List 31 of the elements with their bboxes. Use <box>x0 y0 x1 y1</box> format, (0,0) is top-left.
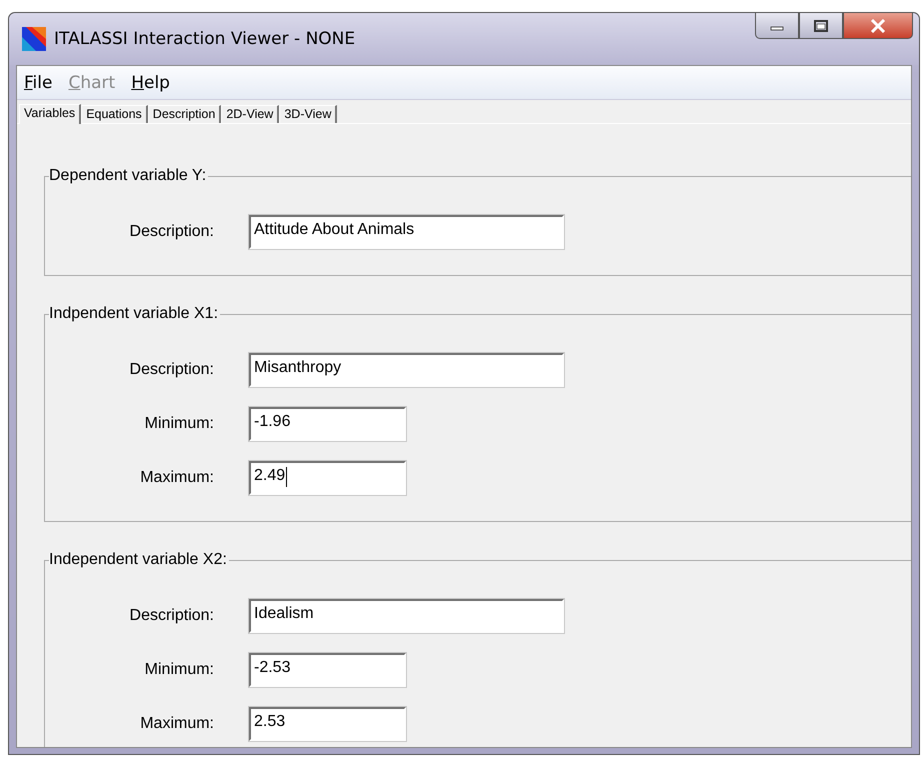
field-label: Description: <box>128 607 215 625</box>
tab[interactable]: Equations <box>81 105 148 123</box>
input-field[interactable]: Attitude About Animals <box>249 215 564 249</box>
tab[interactable]: Description <box>148 105 222 123</box>
field-label: Minimum: <box>144 415 215 433</box>
field-label: Minimum: <box>144 661 215 679</box>
menu-item[interactable]: Help <box>129 72 172 92</box>
tab[interactable]: 2D-View <box>221 105 280 123</box>
app-icon <box>22 27 46 51</box>
close-button[interactable] <box>843 13 913 39</box>
group-title: Dependent variable Y: <box>49 167 208 185</box>
group-title: Indpendent variable X1: <box>49 305 220 323</box>
window-title: ITALASSI Interaction Viewer - NONE <box>54 29 356 49</box>
field-label: Maximum: <box>139 469 215 487</box>
input-field[interactable]: -2.53 <box>249 653 406 687</box>
input-field[interactable]: Idealism <box>249 599 564 633</box>
input-field[interactable]: 2.49 <box>249 461 406 495</box>
tab[interactable]: 3D-View <box>279 105 338 123</box>
menu-item[interactable]: File <box>22 72 54 92</box>
close-icon <box>869 18 887 32</box>
input-field[interactable]: -1.96 <box>249 407 406 441</box>
input-field[interactable]: 2.53 <box>249 707 406 741</box>
minimize-button[interactable] <box>755 13 799 39</box>
field-label: Maximum: <box>139 715 215 733</box>
field-label: Description: <box>128 223 215 241</box>
maximize-icon <box>814 20 828 32</box>
group-title: Independent variable X2: <box>49 551 229 569</box>
input-field[interactable]: Misanthropy <box>249 353 564 387</box>
field-label: Description: <box>128 361 215 379</box>
tab[interactable]: Variables <box>19 104 82 124</box>
maximize-button[interactable] <box>799 13 843 39</box>
